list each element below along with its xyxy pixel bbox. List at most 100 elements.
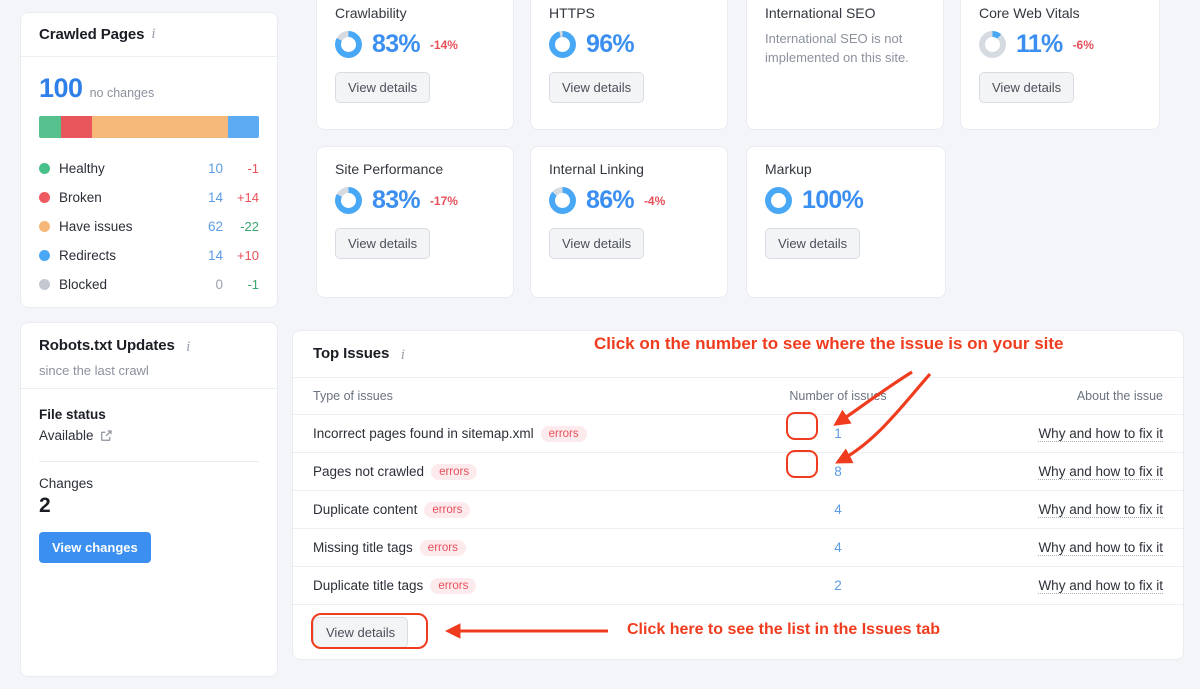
issue-count-cell[interactable]: 2	[723, 566, 953, 605]
metric-percent: 96%	[586, 30, 635, 58]
issue-count-cell[interactable]: 1	[723, 414, 953, 453]
stacked-bar-segment	[228, 116, 259, 138]
legend-label: Have issues	[59, 219, 133, 234]
issue-count[interactable]: 4	[834, 502, 842, 517]
metric-card: International SEO International SEO is no…	[746, 0, 944, 130]
top-issues-table: Type of issues Number of issues About th…	[293, 378, 1183, 605]
external-link-icon[interactable]	[100, 429, 113, 442]
legend-delta: +10	[236, 248, 259, 263]
top-issues-card: Top Issues i Type of issues Number of is…	[292, 330, 1184, 660]
robots-updates-title: Robots.txt Updates	[39, 337, 175, 354]
metric-card: Internal Linking 86% -4% View details	[530, 146, 728, 298]
issue-about-cell: Why and how to fix it	[953, 490, 1183, 529]
progress-donut-icon	[549, 31, 576, 58]
issue-count[interactable]: 1	[834, 426, 842, 441]
metric-card: Crawlability 83% -14% View details	[316, 0, 514, 130]
metric-card: Core Web Vitals 11% -6% View details	[960, 0, 1160, 130]
table-header-row: Type of issues Number of issues About th…	[293, 378, 1183, 415]
legend-value[interactable]: 10	[189, 161, 223, 176]
legend-value[interactable]: 14	[189, 248, 223, 263]
issue-about-cell: Why and how to fix it	[953, 414, 1183, 453]
legend-dot-icon	[39, 279, 50, 290]
why-and-how-to-fix-it-link[interactable]: Why and how to fix it	[1038, 464, 1163, 480]
info-icon[interactable]: i	[151, 26, 155, 43]
robots-updates-subtitle: since the last crawl	[39, 363, 149, 378]
severity-badge: errors	[431, 463, 478, 480]
metric-title: Crawlability	[335, 5, 407, 21]
metric-percent: 100%	[802, 186, 864, 214]
severity-badge: errors	[424, 501, 471, 518]
view-details-button[interactable]: View details	[335, 228, 431, 259]
table-row: Missing title tags errors 4 Why and how to …	[293, 528, 1183, 567]
file-status-label: File status	[39, 407, 106, 422]
view-details-button[interactable]: View details	[765, 228, 861, 259]
metric-delta: -14%	[429, 37, 458, 52]
annotation-numbers-hint: Click on the number to see where the iss…	[594, 334, 1064, 353]
metric-title: HTTPS	[549, 5, 595, 21]
crawled-pages-title: Crawled Pages	[39, 26, 145, 43]
crawled-pages-card: Crawled Pages i 100 no changes Healthy 10…	[20, 12, 278, 308]
progress-donut-icon	[549, 187, 576, 214]
metric-title: International SEO	[765, 5, 876, 21]
legend-row: Have issues 62 -22	[39, 212, 259, 241]
info-icon[interactable]: i	[401, 347, 405, 364]
metric-delta: -4%	[643, 193, 666, 208]
issue-type-label: Missing title tags	[313, 539, 413, 555]
view-changes-button[interactable]: View changes	[39, 532, 151, 563]
table-row: Duplicate content errors 4 Why and how to f…	[293, 490, 1183, 529]
stacked-bar-segment	[91, 116, 229, 138]
file-status-value-row: Available	[39, 428, 259, 443]
info-icon[interactable]: i	[186, 339, 190, 356]
legend-delta: -22	[240, 219, 259, 234]
legend-delta: -1	[247, 277, 259, 292]
metric-note: International SEO is not implemented on …	[765, 31, 909, 65]
progress-donut-icon	[335, 31, 362, 58]
why-and-how-to-fix-it-link[interactable]: Why and how to fix it	[1038, 426, 1163, 442]
view-details-button[interactable]: View details	[335, 72, 431, 103]
issue-type-label: Duplicate content	[313, 501, 418, 517]
stacked-bar-segment	[61, 116, 92, 138]
why-and-how-to-fix-it-link[interactable]: Why and how to fix it	[1038, 502, 1163, 518]
crawled-pages-stacked-bar	[39, 116, 259, 138]
issue-count-cell[interactable]: 4	[723, 490, 953, 529]
issue-type-label: Incorrect pages found in sitemap.xml	[313, 425, 534, 441]
severity-badge: errors	[540, 425, 587, 442]
severity-badge: errors	[419, 539, 466, 556]
divider	[39, 461, 259, 462]
metric-card: HTTPS 96% View details	[530, 0, 728, 130]
issue-count[interactable]: 8	[834, 464, 842, 479]
issue-type-cell: Incorrect pages found in sitemap.xml erro…	[293, 414, 723, 453]
robots-updates-card: Robots.txt Updates i since the last craw…	[20, 322, 278, 677]
metric-card: Site Performance 83% -17% View details	[316, 146, 514, 298]
column-header-count: Number of issues	[723, 378, 953, 415]
issue-count[interactable]: 4	[834, 540, 842, 555]
issue-count-cell[interactable]: 4	[723, 528, 953, 567]
stacked-bar-segment	[39, 116, 61, 138]
issue-type-cell: Duplicate content errors	[293, 490, 723, 529]
view-details-button[interactable]: View details	[979, 72, 1075, 103]
issue-type-label: Pages not crawled	[313, 463, 425, 479]
legend-dot-icon	[39, 192, 50, 203]
table-row: Pages not crawled errors 8 Why and how to f…	[293, 452, 1183, 491]
metric-percent: 83%	[372, 30, 421, 58]
legend-delta: +14	[236, 190, 259, 205]
issue-count[interactable]: 2	[834, 578, 842, 593]
view-details-button[interactable]: View details	[549, 228, 645, 259]
metric-title: Markup	[765, 161, 812, 177]
progress-donut-icon	[335, 187, 362, 214]
metric-delta: -6%	[1072, 37, 1094, 52]
why-and-how-to-fix-it-link[interactable]: Why and how to fix it	[1038, 578, 1163, 594]
issue-count-cell[interactable]: 8	[723, 452, 953, 491]
changes-label: Changes	[39, 476, 94, 491]
issue-type-label: Duplicate title tags	[313, 577, 424, 593]
legend-dot-icon	[39, 221, 50, 232]
crawled-pages-legend: Healthy 10 -1 Broken 14 +14 Have issues 62 -22 Re…	[39, 154, 259, 299]
crawled-pages-total-row: 100 no changes	[39, 73, 259, 104]
issue-about-cell: Why and how to fix it	[953, 452, 1183, 491]
view-details-button[interactable]: View details	[549, 72, 645, 103]
legend-value[interactable]: 14	[189, 190, 223, 205]
legend-value[interactable]: 0	[189, 277, 223, 292]
legend-value[interactable]: 62	[189, 219, 223, 234]
why-and-how-to-fix-it-link[interactable]: Why and how to fix it	[1038, 540, 1163, 556]
view-details-button-footer[interactable]: View details	[313, 617, 409, 648]
